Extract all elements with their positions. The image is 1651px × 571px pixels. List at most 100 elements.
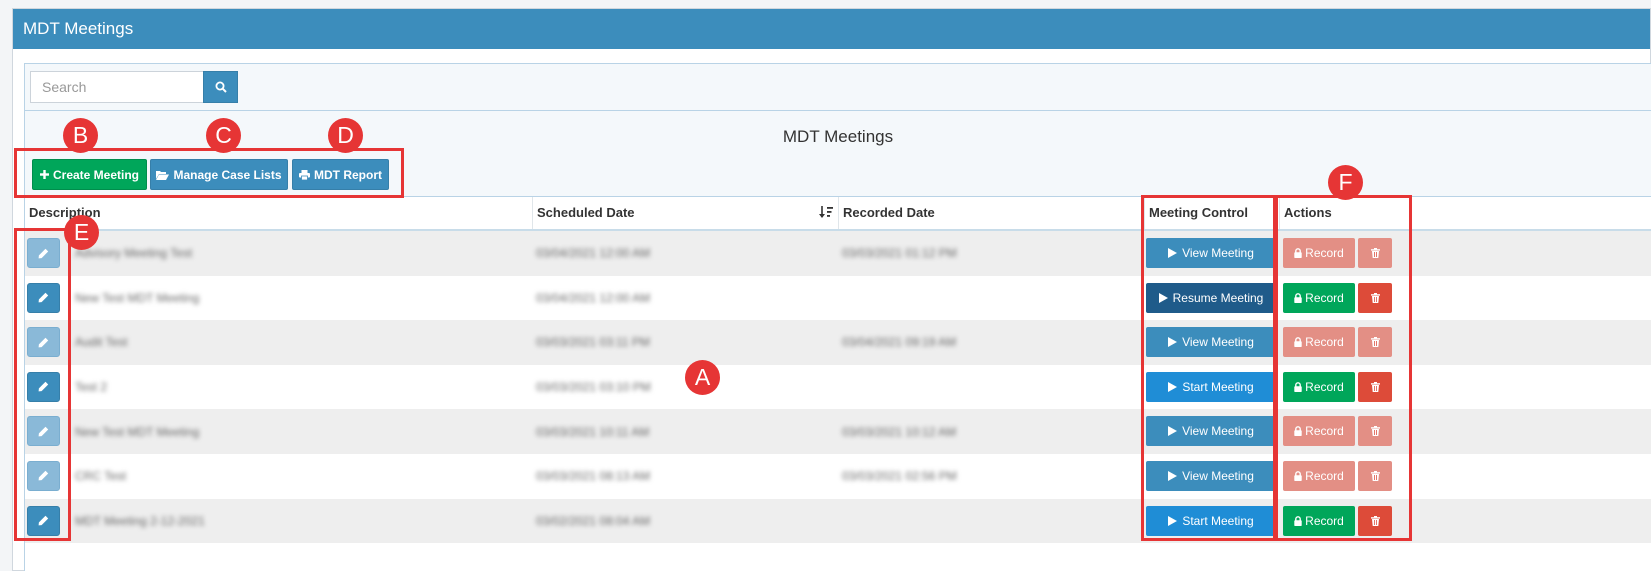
lock-icon <box>1294 381 1302 392</box>
create-meeting-button[interactable]: Create Meeting <box>32 159 147 190</box>
trash-icon <box>1370 515 1380 526</box>
meeting-control-label: Start Meeting <box>1182 379 1254 394</box>
cell-scheduled-date: 03/04/2021 12:00 AM <box>536 290 651 305</box>
edit-button[interactable] <box>27 327 60 358</box>
view-meeting-button[interactable]: View Meeting <box>1146 327 1276 358</box>
record-label: Record <box>1305 468 1344 483</box>
column-header-meeting-control: Meeting Control <box>1144 197 1279 229</box>
delete-button[interactable] <box>1358 371 1392 402</box>
record-button[interactable]: Record <box>1283 416 1355 447</box>
column-header-recorded-date[interactable]: Recorded Date <box>838 197 1144 229</box>
start-meeting-button[interactable]: Start Meeting <box>1146 505 1276 536</box>
record-button[interactable]: Record <box>1283 460 1355 491</box>
cell-description: Audit Test <box>75 335 128 350</box>
lock-icon <box>1294 248 1302 258</box>
delete-button[interactable] <box>1358 238 1392 268</box>
meeting-control-label: View Meeting <box>1182 468 1254 483</box>
plus-icon <box>39 170 49 179</box>
cell-recorded-date: 03/03/2021 10:12 AM <box>842 424 957 439</box>
record-button[interactable]: Record <box>1283 371 1355 402</box>
manage-case-lists-label: Manage Case Lists <box>173 167 282 182</box>
record-button[interactable]: Record <box>1283 505 1355 536</box>
play-icon <box>1168 515 1178 526</box>
table-row: Advisory Meeting Test 03/04/2021 12:00 AM… <box>25 231 1651 276</box>
table-row: Test 2 03/03/2021 03:10 PM Start Meeting Re… <box>25 364 1651 410</box>
cell-scheduled-date: 03/03/2021 03:10 PM <box>536 380 651 395</box>
edit-button[interactable] <box>27 371 60 402</box>
search-bar <box>25 64 1651 111</box>
search-input[interactable] <box>30 71 203 103</box>
pencil-icon <box>38 426 49 437</box>
record-label: Record <box>1305 246 1344 260</box>
delete-button[interactable] <box>1358 416 1392 447</box>
edit-button[interactable] <box>27 460 60 491</box>
mdt-report-label: MDT Report <box>314 167 382 182</box>
edit-button[interactable] <box>27 505 60 536</box>
play-icon <box>1168 248 1178 258</box>
cell-description: Test 2 <box>75 380 108 395</box>
lock-icon <box>1294 515 1302 526</box>
search-button[interactable] <box>203 71 238 103</box>
start-meeting-button[interactable]: Start Meeting <box>1146 371 1276 402</box>
delete-button[interactable] <box>1358 460 1392 491</box>
lock-icon <box>1294 471 1302 481</box>
lock-icon <box>1294 426 1302 437</box>
table-row: New Test MDT Meeting 03/04/2021 12:00 AM R… <box>25 275 1651 321</box>
column-header-scheduled-date[interactable]: Scheduled Date <box>532 197 838 229</box>
column-header-description[interactable]: Description <box>25 197 532 229</box>
mdt-report-button[interactable]: MDT Report <box>292 159 389 190</box>
meeting-control-label: View Meeting <box>1182 246 1254 260</box>
cell-scheduled-date: 03/03/2021 10:11 AM <box>536 424 650 439</box>
meeting-control-label: Start Meeting <box>1182 513 1254 528</box>
cell-description: New Test MDT Meeting <box>75 290 200 305</box>
cell-scheduled-date: 03/03/2021 08:13 AM <box>536 469 651 484</box>
delete-button[interactable] <box>1358 505 1392 536</box>
edit-button[interactable] <box>27 416 60 447</box>
mdt-meetings-panel: MDT Meetings MDT Meetings Create Meeting… <box>12 8 1651 571</box>
meeting-control-label: View Meeting <box>1182 424 1254 439</box>
trash-icon <box>1370 292 1380 303</box>
play-icon <box>1168 470 1178 481</box>
table-row: CRC Test 03/03/2021 08:13 AM 03/03/2021 02… <box>25 453 1651 499</box>
trash-icon <box>1370 381 1380 392</box>
cell-recorded-date: 03/03/2021 02:56 PM <box>842 469 957 484</box>
cell-scheduled-date: 03/04/2021 12:00 AM <box>536 246 651 261</box>
create-meeting-label: Create Meeting <box>52 167 140 182</box>
table-title: MDT Meetings <box>782 127 894 146</box>
page-background: MDT Meetings MDT Meetings Create Meeting… <box>0 0 1651 571</box>
pencil-icon <box>38 292 49 303</box>
cell-scheduled-date: 03/03/2021 03:11 PM <box>536 335 650 350</box>
view-meeting-button[interactable]: View Meeting <box>1146 460 1276 491</box>
annotation-marker-a: A <box>685 360 720 395</box>
delete-button[interactable] <box>1358 327 1392 358</box>
cell-description: New Test MDT Meeting <box>75 424 200 439</box>
record-button[interactable]: Record <box>1283 238 1355 268</box>
panel-title: MDT Meetings <box>13 9 1650 49</box>
record-label: Record <box>1305 290 1344 305</box>
table-row: Audit Test 03/03/2021 03:11 PM 03/04/2021 … <box>25 320 1651 365</box>
lock-icon <box>1294 337 1302 348</box>
view-meeting-button[interactable]: View Meeting <box>1146 416 1276 447</box>
view-meeting-button[interactable]: View Meeting <box>1146 238 1276 268</box>
meeting-control-label: Resume Meeting <box>1172 290 1264 305</box>
play-icon <box>1168 337 1178 348</box>
delete-button[interactable] <box>1358 282 1392 313</box>
manage-case-lists-button[interactable]: Manage Case Lists <box>150 159 288 190</box>
print-icon <box>299 169 310 180</box>
column-header-actions: Actions <box>1279 197 1651 229</box>
play-icon <box>1158 292 1168 303</box>
folder-open-icon <box>156 170 170 180</box>
record-button[interactable]: Record <box>1283 327 1355 358</box>
edit-button[interactable] <box>27 282 60 313</box>
record-button[interactable]: Record <box>1283 282 1355 313</box>
trash-icon <box>1370 470 1380 481</box>
pencil-icon <box>38 515 49 526</box>
annotation-marker-d: D <box>328 118 363 153</box>
annotation-marker-e: E <box>64 215 99 250</box>
resume-meeting-button[interactable]: Resume Meeting <box>1146 282 1276 313</box>
edit-button[interactable] <box>27 238 60 268</box>
play-icon <box>1168 381 1178 392</box>
cell-scheduled-date: 03/02/2021 08:04 AM <box>536 513 651 528</box>
pencil-icon <box>38 337 49 348</box>
record-label: Record <box>1305 513 1344 528</box>
